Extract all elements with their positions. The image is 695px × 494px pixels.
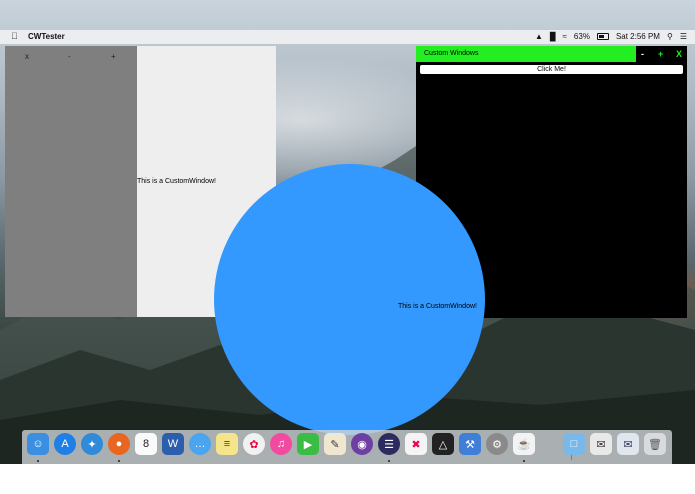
battery-icon[interactable]	[596, 33, 609, 40]
bottom-margin	[0, 464, 695, 494]
window-message: This is a CustomWindow!	[137, 178, 216, 185]
menu-extras: ▲ █ ≈ 63% Sat 2:56 PM ⚲ ☰	[535, 32, 687, 41]
firefox-icon[interactable]: ●	[108, 433, 130, 455]
xcode-x-icon[interactable]: ✖	[405, 433, 427, 455]
notification-center-icon[interactable]: ☰	[680, 32, 687, 41]
running-indicator	[118, 460, 120, 462]
photos-icon[interactable]: ✿	[243, 433, 265, 455]
notes-icon[interactable]: ≡	[216, 433, 238, 455]
drive-icon[interactable]: ▲	[535, 32, 543, 41]
textedit-icon[interactable]: ✎	[324, 433, 346, 455]
window-message: This is a CustomWindow!	[398, 303, 477, 310]
maximize-button[interactable]: +	[658, 49, 663, 59]
java-icon[interactable]: ☕	[513, 433, 535, 455]
app-store-icon[interactable]: A	[54, 433, 76, 455]
close-button[interactable]: X	[676, 49, 682, 59]
safari-icon[interactable]: ✦	[81, 433, 103, 455]
running-indicator	[523, 460, 525, 462]
trash-icon[interactable]: 🗑	[644, 433, 666, 455]
apple-menu-icon[interactable]: 	[11, 31, 18, 41]
calendar-icon[interactable]: 8	[135, 433, 157, 455]
minimize-button[interactable]: -	[68, 52, 71, 61]
mail-stack-icon[interactable]: ✉	[617, 433, 639, 455]
github-icon[interactable]: ◉	[351, 433, 373, 455]
eclipse-icon[interactable]: ☰	[378, 433, 400, 455]
system-preferences-icon[interactable]: ⚙	[486, 433, 508, 455]
app-name-menu[interactable]: CWTester	[28, 32, 65, 41]
minimize-button[interactable]: -	[641, 49, 644, 59]
facetime-icon[interactable]: ▶	[297, 433, 319, 455]
dock: ☺ A ✦ ● 8 W … ≡ ✿ ♫ ▶ ✎ ◉ ☰ ✖ △ ⚒ ⚙ ☕ □ …	[22, 430, 672, 464]
window-title: Custom Windows	[424, 50, 479, 57]
menu-bar:  CWTester ▲ █ ≈ 63% Sat 2:56 PM ⚲ ☰	[0, 30, 695, 44]
messages-icon[interactable]: …	[189, 433, 211, 455]
maximize-button[interactable]: +	[111, 52, 116, 61]
wifi-icon[interactable]: ≈	[563, 32, 567, 41]
itunes-icon[interactable]: ♫	[270, 433, 292, 455]
running-indicator	[388, 460, 390, 462]
spotlight-search-icon[interactable]: ⚲	[667, 32, 673, 41]
word-icon[interactable]: W	[162, 433, 184, 455]
running-indicator	[37, 460, 39, 462]
adobe-icon[interactable]: █	[550, 32, 556, 41]
unity-icon[interactable]: △	[432, 433, 454, 455]
window-sidebar	[5, 46, 137, 317]
click-me-button[interactable]: Click Me!	[420, 65, 683, 74]
xcode-icon[interactable]: ⚒	[459, 433, 481, 455]
folder-icon[interactable]: □	[563, 433, 585, 455]
finder-icon[interactable]: ☺	[27, 433, 49, 455]
circular-custom-window[interactable]: This is a CustomWindow!	[214, 164, 485, 435]
battery-percent[interactable]: 63%	[574, 32, 590, 41]
clock[interactable]: Sat 2:56 PM	[616, 32, 660, 41]
preview-icon[interactable]: ✉	[590, 433, 612, 455]
close-button[interactable]: x	[25, 52, 29, 61]
